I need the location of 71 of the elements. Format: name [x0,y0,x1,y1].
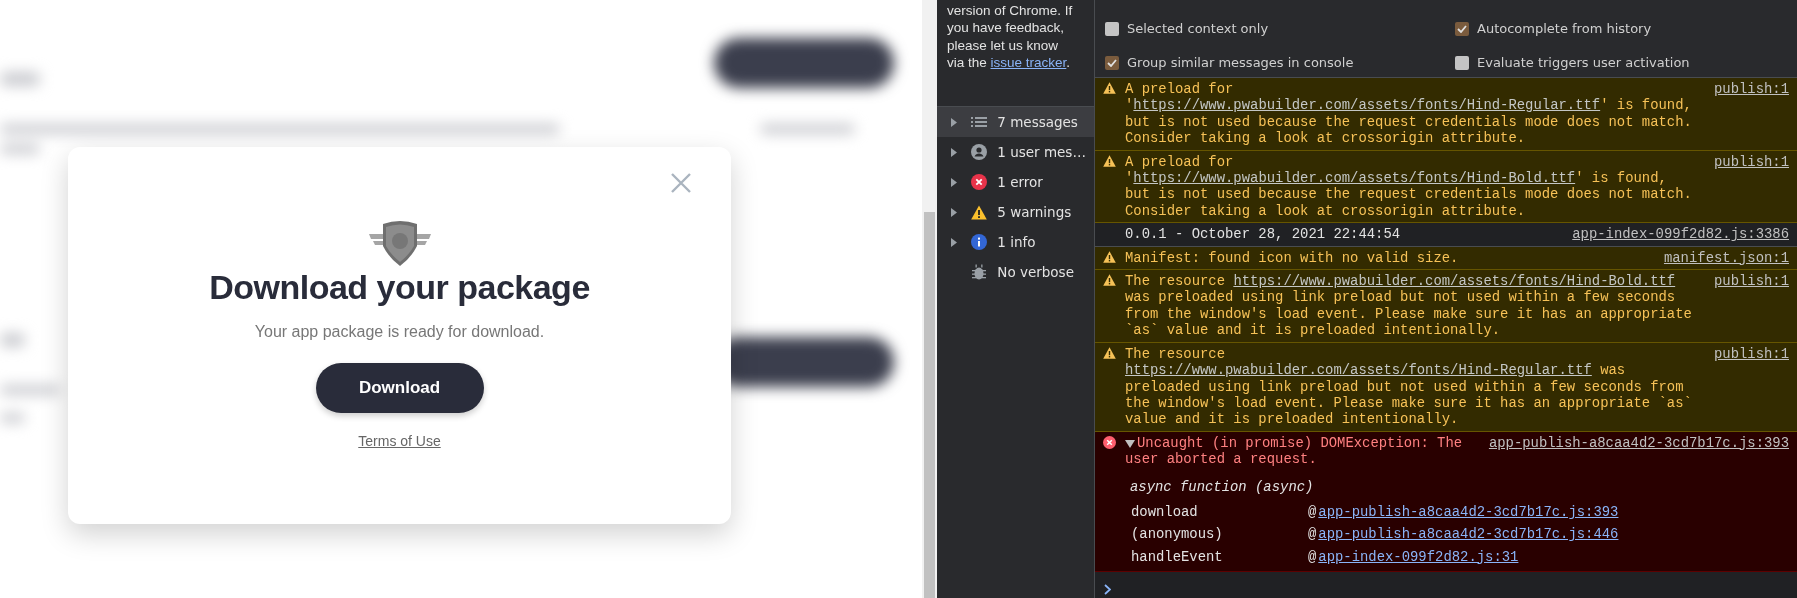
setting-option[interactable]: Group similar messages in console [1105,55,1455,70]
message-text: A preload for 'https://www.pwabuilder.com/assets/fonts/Hind-Bold.ttf' is found, but is not used because the request credentials mode does not match. Consider taking a look at crossorigin attribute. [1125,153,1693,220]
source-link[interactable]: publish:1 [1713,81,1789,98]
expand-arrow-icon[interactable] [951,207,957,217]
filter-item[interactable]: 1 info [937,227,1094,257]
user-icon [971,144,987,160]
checkbox[interactable] [1105,21,1119,36]
list-icon [971,116,987,128]
dialog-title: Download your package [209,268,590,307]
setting-option[interactable]: Selected context only [1105,21,1455,36]
warning-icon [971,204,987,220]
message-text: Uncaught (in promise) DOMException: The user aborted a request. [1125,434,1464,468]
function-name: handleEvent [1131,548,1224,566]
expand-arrow-icon[interactable] [951,147,957,157]
checkbox[interactable] [1455,55,1469,70]
shield-icon [368,220,431,266]
expand-arrow-icon[interactable] [951,177,957,187]
stack-link[interactable]: app-index-099f2d82.js:31 [1318,548,1519,566]
message-text: The resource https://www.pwabuilder.com/assets/fonts/Hind-Regular.ttf was preloaded using link preload but not used within a few seconds from the window's load event. Please make sure it has an appropriate `as` value and it is preloaded intentionally. [1125,345,1693,428]
scrollbar[interactable] [922,0,937,598]
checkbox[interactable] [1455,21,1469,36]
filter-item[interactable]: 1 user mes… [937,137,1094,167]
warning-icon [1103,82,1116,94]
stack-link[interactable]: app-publish-a8caa4d2-3cd7b17c.js:393 [1318,503,1619,521]
message-text: A preload for 'https://www.pwabuilder.com/assets/fonts/Hind-Regular.ttf' is found, but is not used because the request credentials mode does not match. Consider taking a look at crossorigin attribute. [1125,81,1693,147]
expand-arrow-icon[interactable] [951,237,957,247]
terms-of-use-link[interactable]: Terms of Use [358,433,441,449]
source-link[interactable]: publish:1 [1713,273,1789,290]
filter-item[interactable]: 7 messages [937,107,1094,137]
source-link[interactable]: app-index-099f2d82.js:3386 [1572,226,1789,243]
filter-item[interactable]: 1 error [937,167,1094,197]
info-icon [971,234,987,250]
function-name: (anonymous) [1131,526,1224,543]
prompt-icon[interactable] [1104,584,1111,596]
warning-icon [1103,346,1116,359]
at-sign: @ [1308,526,1317,543]
setting-option[interactable]: Autocomplete from history [1455,21,1797,36]
url-link[interactable]: https://www.pwabuilder.com/assets/fonts/Hind-Bold.ttf [1133,170,1576,187]
warning-icon [1103,274,1116,287]
checkmark-icon [1107,58,1117,67]
stack-title: async function (async) [1129,477,1315,497]
message-text: 0.0.1 - October 28, 2021 22:44:54 [1125,226,1402,243]
source-link[interactable]: publish:1 [1713,345,1789,363]
url-link[interactable]: https://www.pwabuilder.com/assets/fonts/Hind-Regular.ttf [1125,362,1592,379]
collapse-triangle-icon[interactable] [1125,438,1135,448]
stack-link[interactable]: app-publish-a8caa4d2-3cd7b17c.js:446 [1318,526,1619,543]
filter-item[interactable]: 5 warnings [937,197,1094,227]
checkbox[interactable] [1105,55,1119,70]
download-button[interactable]: Download [315,363,484,413]
warning-icon [1103,250,1116,263]
source-link[interactable]: manifest.json:1 [1663,249,1789,267]
error-icon [1103,435,1116,449]
error-icon [971,174,987,190]
dialog-message: Your app package is ready for download. [254,323,545,341]
expand-arrow-icon[interactable] [951,117,957,127]
source-link[interactable]: app-publish-a8caa4d2-3cd7b17c.js:393 [1488,434,1789,452]
checkmark-icon [1457,24,1467,33]
source-link[interactable]: publish:1 [1713,153,1789,171]
close-icon [671,173,691,193]
message-text: Manifest: found icon with no valid size. [1125,249,1460,267]
url-link[interactable]: https://www.pwabuilder.com/assets/fonts/Hind-Regular.ttf [1133,97,1601,114]
warning-icon [1103,154,1116,167]
url-link[interactable]: https://www.pwabuilder.com/assets/fonts/Hind-Bold.ttf [1233,273,1676,290]
setting-option[interactable]: Evaluate triggers user activation [1455,55,1797,70]
message-text: The resource https://www.pwabuilder.com/assets/fonts/Hind-Bold.ttf was preloaded using link preload but not used within a few seconds from the window's load event. Please make sure it has an appropriate `as` value and it is preloaded intentionally. [1125,273,1693,339]
bug-icon [972,264,986,280]
function-name: download [1131,503,1199,521]
filter-item[interactable]: No verbose [937,257,1094,287]
at-sign: @ [1308,503,1317,521]
at-sign: @ [1308,548,1317,566]
issue-tracker-link[interactable]: issue tracker [990,54,1067,70]
